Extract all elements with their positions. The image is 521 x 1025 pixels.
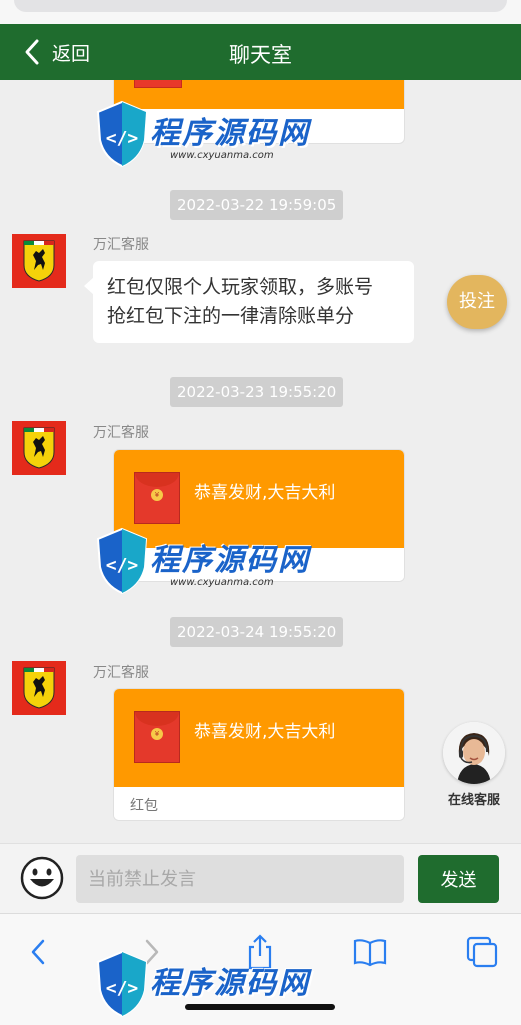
sender-name: 万汇客服 — [93, 425, 149, 441]
packet-wish: 恭喜发财,大吉大利 — [194, 722, 336, 742]
input-bar: 发送 — [0, 843, 521, 914]
timestamp: 2022-03-22 19:59:05 — [170, 190, 344, 220]
agent-label: 在线客服 — [447, 793, 500, 808]
page-title: 聊天室 — [229, 43, 292, 67]
red-packet[interactable]: ¥ 恭喜发财,大吉大利 红包 — [113, 688, 405, 821]
red-packet[interactable]: ¥ 恭喜发财,大吉大利 — [113, 449, 405, 582]
sender-name: 万汇客服 — [93, 237, 149, 253]
envelope-icon — [134, 80, 182, 88]
timestamp: 2022-03-24 19:55:20 — [170, 617, 344, 647]
coin-icon: ¥ — [151, 489, 163, 501]
sender-name: 万汇客服 — [93, 665, 149, 681]
packet-footer-area — [114, 548, 404, 581]
envelope-icon: ¥ — [134, 472, 180, 524]
message-input[interactable] — [76, 855, 404, 903]
chat-header: 返回 聊天室 — [0, 24, 521, 80]
packet-footer: 红包 — [130, 798, 158, 814]
chat-area[interactable]: 2022-03-22 19:59:05 万汇客服 红包仅限个人玩家领取，多账号 … — [0, 80, 521, 843]
avatar — [12, 661, 66, 715]
share-button[interactable] — [240, 932, 280, 972]
timestamp: 2022-03-23 19:55:20 — [170, 377, 344, 407]
tabs-icon — [466, 936, 498, 968]
message-line: 红包仅限个人玩家领取，多账号 — [107, 276, 374, 298]
ferrari-logo-icon — [23, 667, 55, 709]
browser-url-strip — [0, 0, 521, 24]
agent-avatar — [443, 722, 505, 784]
forward-arrow-icon — [145, 939, 159, 965]
avatar — [12, 234, 66, 288]
packet-wish: 恭喜发财,大吉大利 — [194, 483, 336, 503]
home-indicator — [185, 1004, 335, 1010]
bookmarks-button[interactable] — [350, 932, 390, 972]
coin-icon: ¥ — [151, 728, 163, 740]
online-service-button[interactable]: 在线客服 — [440, 722, 508, 808]
send-button[interactable]: 发送 — [418, 855, 499, 903]
ferrari-logo-icon — [23, 427, 55, 469]
share-icon — [248, 934, 272, 970]
address-bar[interactable] — [14, 0, 507, 12]
emoji-icon[interactable] — [20, 856, 64, 900]
bookmarks-icon — [353, 939, 387, 967]
message-bubble: 红包仅限个人玩家领取，多账号 抢红包下注的一律清除账单分 — [84, 261, 414, 343]
back-arrow-icon — [31, 939, 45, 965]
envelope-icon: ¥ — [134, 711, 180, 763]
red-packet-partial[interactable] — [113, 80, 405, 144]
browser-back-button[interactable] — [18, 932, 58, 972]
tabs-button[interactable] — [462, 932, 502, 972]
bet-button[interactable]: 投注 — [447, 275, 507, 329]
message-line: 抢红包下注的一律清除账单分 — [107, 305, 355, 327]
headset-agent-icon — [443, 722, 505, 784]
browser-forward-button[interactable] — [132, 932, 172, 972]
avatar — [12, 421, 66, 475]
ferrari-logo-icon — [23, 240, 55, 282]
